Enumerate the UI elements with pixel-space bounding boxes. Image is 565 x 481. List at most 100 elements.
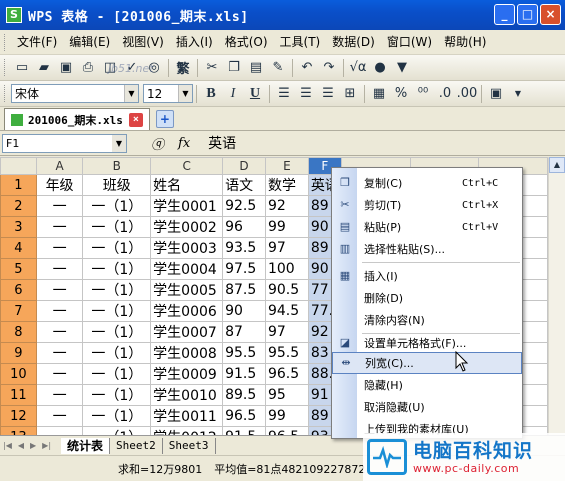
grid-cell[interactable]: 一 [35, 279, 84, 301]
grid-cell[interactable]: 90 [222, 300, 266, 322]
sheet-tab[interactable]: Sheet3 [163, 437, 216, 454]
tab-close-icon[interactable]: × [128, 112, 143, 127]
grid-cell[interactable]: 学生0011 [150, 405, 224, 427]
grid-cell[interactable]: 语文 [222, 174, 266, 196]
grid-cell[interactable]: 92 [264, 195, 309, 217]
row-header[interactable]: 5 [0, 258, 37, 280]
borders-icon[interactable]: ▣ [485, 84, 507, 104]
close-button[interactable]: × [540, 4, 561, 25]
grid-cell[interactable]: 一 [35, 300, 84, 322]
menu-item-column-width[interactable]: ⇹ 列宽(C)... [332, 352, 522, 374]
copy-icon[interactable]: ❐ [223, 58, 245, 78]
grid-cell[interactable]: 96 [222, 216, 266, 238]
menu-item-insert[interactable]: ▦ 插入(I) [332, 265, 522, 287]
save-icon[interactable]: ▣ [55, 58, 77, 78]
grid-cell[interactable]: 学生0010 [150, 384, 224, 406]
grid-cell[interactable]: 一（1） [82, 195, 152, 217]
cut-icon[interactable]: ✂ [201, 58, 223, 78]
grid-cell[interactable]: 99 [264, 405, 309, 427]
grid-cell[interactable]: 一（1） [82, 405, 152, 427]
insert-function-icon[interactable]: √α [347, 58, 369, 78]
scroll-up-icon[interactable]: ▲ [549, 157, 565, 173]
menu-edit[interactable]: 编辑(E) [63, 30, 116, 55]
grid-cell[interactable]: 96.5 [222, 405, 266, 427]
menu-window[interactable]: 窗口(W) [381, 30, 438, 55]
grid-cell[interactable]: 95.5 [264, 342, 309, 364]
grid-cell[interactable]: 学生0001 [150, 195, 224, 217]
row-header[interactable]: 13 [0, 426, 37, 435]
row-header[interactable]: 10 [0, 363, 37, 385]
redo-icon[interactable]: ↷ [318, 58, 340, 78]
row-header[interactable]: 11 [0, 384, 37, 406]
chevron-down-icon[interactable]: ▼ [124, 85, 138, 102]
menu-item-format-cells[interactable]: ◪ 设置单元格格式(F)... [332, 332, 522, 354]
grid-cell[interactable]: 学生0006 [150, 300, 224, 322]
grid-cell[interactable]: 一 [35, 426, 84, 435]
grid-cell[interactable]: 一（1） [82, 258, 152, 280]
menu-data[interactable]: 数据(D) [326, 30, 381, 55]
grid-cell[interactable]: 90.5 [264, 279, 309, 301]
grid-cell[interactable]: 一 [35, 258, 84, 280]
grid-cell[interactable]: 一（1） [82, 384, 152, 406]
column-header[interactable]: D [222, 157, 266, 175]
align-left-icon[interactable]: ☰ [273, 84, 295, 104]
wps-app-icon[interactable]: S [6, 7, 22, 23]
open-folder-icon[interactable]: ▰ [33, 58, 55, 78]
menu-item-cut[interactable]: ✂ 剪切(T) Ctrl+X [332, 194, 522, 216]
row-header[interactable]: 9 [0, 342, 37, 364]
font-size-combo[interactable]: 12 ▼ [143, 84, 193, 103]
grid-cell[interactable]: 一 [35, 216, 84, 238]
column-header[interactable]: B [82, 157, 152, 175]
grid-cell[interactable]: 学生0005 [150, 279, 224, 301]
grid-cell[interactable]: 一（1） [82, 321, 152, 343]
chevron-down-icon[interactable]: ▼ [178, 85, 192, 102]
grid-cell[interactable]: 学生0008 [150, 342, 224, 364]
grid-cell[interactable]: 一 [35, 384, 84, 406]
grid-cell[interactable]: 一 [35, 237, 84, 259]
row-header[interactable]: 12 [0, 405, 37, 427]
grid-cell[interactable]: 学生0002 [150, 216, 224, 238]
grid-cell[interactable]: 87 [222, 321, 266, 343]
row-header[interactable]: 8 [0, 321, 37, 343]
minimize-button[interactable]: _ [494, 4, 515, 25]
grid-cell[interactable]: 一（1） [82, 342, 152, 364]
undo-icon[interactable]: ↶ [296, 58, 318, 78]
row-header[interactable]: 7 [0, 300, 37, 322]
document-tab[interactable]: 201006_期末.xls × [4, 108, 150, 130]
grid-cell[interactable]: 年级 [35, 174, 84, 196]
grid-cell[interactable]: 学生0009 [150, 363, 224, 385]
decrease-decimal-icon[interactable]: .00 [456, 84, 478, 104]
toolbar-grip[interactable] [4, 59, 7, 76]
grid-cell[interactable]: 94.5 [264, 300, 309, 322]
increase-decimal-icon[interactable]: .0 [434, 84, 456, 104]
grid-cell[interactable]: 96.5 [264, 363, 309, 385]
last-sheet-icon[interactable]: ▶| [42, 441, 51, 450]
menu-grip[interactable] [4, 33, 7, 51]
vertical-scrollbar[interactable]: ▲ [548, 157, 565, 435]
font-name-combo[interactable]: 宋体 ▼ [11, 84, 139, 103]
globe-icon[interactable]: ● [369, 58, 391, 78]
toolbar-grip[interactable] [4, 85, 7, 102]
zoom-formula-icon[interactable]: ⓠ [151, 134, 164, 153]
italic-button[interactable]: I [222, 84, 244, 104]
menu-item-hide[interactable]: 隐藏(H) [332, 374, 522, 396]
chevron-down-icon[interactable]: ▼ [507, 84, 529, 104]
menu-insert[interactable]: 插入(I) [170, 30, 219, 55]
grid-cell[interactable]: 95 [264, 384, 309, 406]
currency-icon[interactable]: ▦ [368, 84, 390, 104]
thousands-icon[interactable]: ⁰⁰ [412, 84, 434, 104]
grid-cell[interactable]: 96.5 [264, 426, 309, 435]
menu-item-clear-contents[interactable]: 清除内容(N) [332, 309, 522, 331]
new-tab-button[interactable]: + [155, 110, 174, 128]
grid-cell[interactable]: 99 [264, 216, 309, 238]
sheet-tab-active[interactable]: 统计表 [61, 437, 111, 454]
maximize-button[interactable]: □ [517, 4, 538, 25]
print-icon[interactable]: ⎙ [77, 58, 99, 78]
grid-cell[interactable]: 一 [35, 405, 84, 427]
grid-cell[interactable]: 93.5 [222, 237, 266, 259]
row-header[interactable]: 4 [0, 237, 37, 259]
prev-sheet-icon[interactable]: ◀ [18, 441, 24, 450]
menu-tools[interactable]: 工具(T) [274, 30, 327, 55]
grid-cell[interactable]: 一 [35, 195, 84, 217]
grid-cell[interactable]: 87.5 [222, 279, 266, 301]
